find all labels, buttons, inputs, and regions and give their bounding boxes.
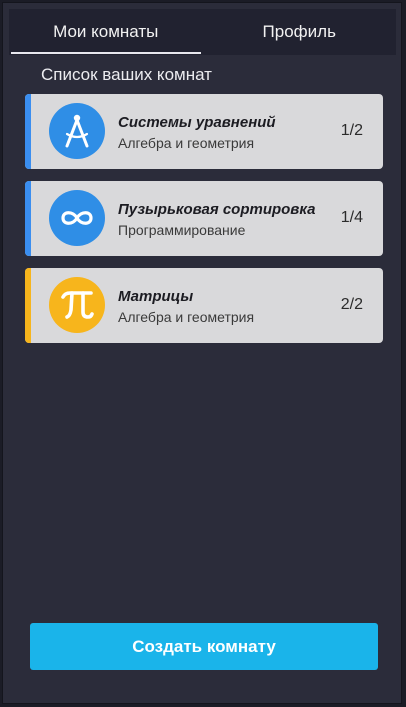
room-subject: Программирование [118, 222, 246, 238]
room-name: Матрицы [118, 288, 194, 305]
pi-icon [49, 277, 105, 333]
room-card[interactable]: Системы уравнений Алгебра и геометрия 1/… [25, 94, 383, 169]
room-participant-count: 1/4 [340, 209, 363, 226]
section-title: Список ваших комнат [41, 65, 212, 84]
tab-label: Мои комнаты [53, 22, 159, 41]
tab-label: Профиль [262, 22, 336, 41]
room-participant-count: 1/2 [340, 122, 363, 139]
tab-my-rooms[interactable]: Мои комнаты [9, 9, 203, 55]
room-card[interactable]: Матрицы Алгебра и геометрия 2/2 [25, 268, 383, 343]
room-name: Системы уравнений [118, 114, 276, 131]
room-card[interactable]: Пузырьковая сортировка Программирование … [25, 181, 383, 256]
infinity-icon [49, 190, 105, 246]
room-name: Пузырьковая сортировка [118, 201, 316, 218]
room-participant-count: 2/2 [340, 296, 363, 313]
room-accent-stripe [25, 181, 31, 256]
compass-icon [49, 103, 105, 159]
room-subject: Алгебра и геометрия [118, 309, 255, 325]
room-list: Системы уравнений Алгебра и геометрия 1/… [25, 94, 383, 355]
room-info: Пузырьковая сортировка Программирование [118, 201, 316, 238]
tab-profile[interactable]: Профиль [203, 9, 397, 55]
room-info: Системы уравнений Алгебра и геометрия [118, 114, 276, 151]
room-accent-stripe [25, 268, 31, 343]
tab-bar: Мои комнаты Профиль [9, 9, 396, 55]
room-info: Матрицы Алгебра и геометрия [118, 288, 254, 325]
room-subject: Алгебра и геометрия [118, 135, 255, 151]
room-accent-stripe [25, 94, 31, 169]
create-room-button[interactable]: Создать комнату [30, 623, 378, 670]
app-window: Мои комнаты Профиль Список ваших комнат … [2, 2, 402, 704]
